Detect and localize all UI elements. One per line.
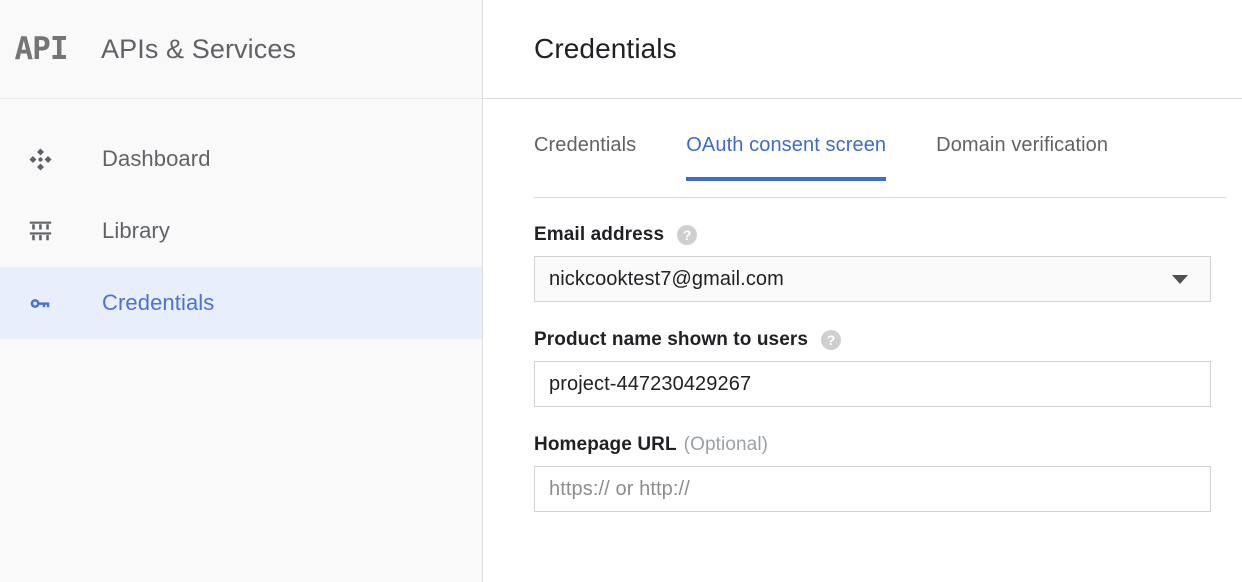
homepage-url-placeholder: https:// or http:// <box>549 478 690 501</box>
library-icon <box>20 218 60 245</box>
app-title: APIs & Services <box>101 34 296 65</box>
product-name-value: project-447230429267 <box>549 373 751 396</box>
sidebar-item-library[interactable]: Library <box>0 195 482 267</box>
label-text: Email address <box>534 224 664 246</box>
api-logo-icon: API <box>8 34 74 65</box>
sidebar-item-label: Library <box>102 218 170 244</box>
label-text: Homepage URL <box>534 434 677 456</box>
chevron-down-icon <box>1172 275 1188 284</box>
help-icon[interactable]: ? <box>677 225 697 245</box>
sidebar-item-label: Dashboard <box>102 146 211 172</box>
tab-credentials[interactable]: Credentials <box>534 134 636 181</box>
optional-marker: (Optional) <box>684 434 768 456</box>
credentials-page: API APIs & Services Dashboard <box>0 0 1242 582</box>
sidebar-item-label: Credentials <box>102 290 214 316</box>
sidebar-item-dashboard[interactable]: Dashboard <box>0 123 482 195</box>
tab-oauth-consent-screen[interactable]: OAuth consent screen <box>686 134 886 181</box>
sidebar-item-credentials[interactable]: Credentials <box>0 267 482 339</box>
homepage-url-input[interactable]: https:// or http:// <box>534 466 1211 512</box>
tab-domain-verification[interactable]: Domain verification <box>936 134 1108 181</box>
sidebar-header: API APIs & Services <box>0 0 482 99</box>
field-product-name: Product name shown to users ? project-44… <box>534 329 1242 407</box>
main-content: Credentials Credentials OAuth consent sc… <box>483 0 1242 582</box>
product-name-label: Product name shown to users ? <box>534 329 1242 351</box>
email-address-value: nickcooktest7@gmail.com <box>549 268 784 291</box>
main-header: Credentials <box>483 0 1242 99</box>
sidebar-nav: Dashboard Library <box>0 99 482 339</box>
homepage-url-label: Homepage URL (Optional) <box>534 434 1242 456</box>
email-address-select[interactable]: nickcooktest7@gmail.com <box>534 256 1211 302</box>
tab-bar-divider <box>534 197 1226 198</box>
key-icon <box>20 290 60 317</box>
product-name-input[interactable]: project-447230429267 <box>534 361 1211 407</box>
help-icon[interactable]: ? <box>821 330 841 350</box>
field-homepage-url: Homepage URL (Optional) https:// or http… <box>534 434 1242 512</box>
sidebar: API APIs & Services Dashboard <box>0 0 483 582</box>
tab-bar: Credentials OAuth consent screen Domain … <box>483 134 1242 199</box>
field-email-address: Email address ? nickcooktest7@gmail.com <box>534 224 1242 302</box>
page-title: Credentials <box>534 33 677 65</box>
label-text: Product name shown to users <box>534 329 808 351</box>
oauth-consent-form: Email address ? nickcooktest7@gmail.com … <box>483 199 1242 512</box>
email-address-label: Email address ? <box>534 224 1242 246</box>
dashboard-icon <box>20 146 60 173</box>
